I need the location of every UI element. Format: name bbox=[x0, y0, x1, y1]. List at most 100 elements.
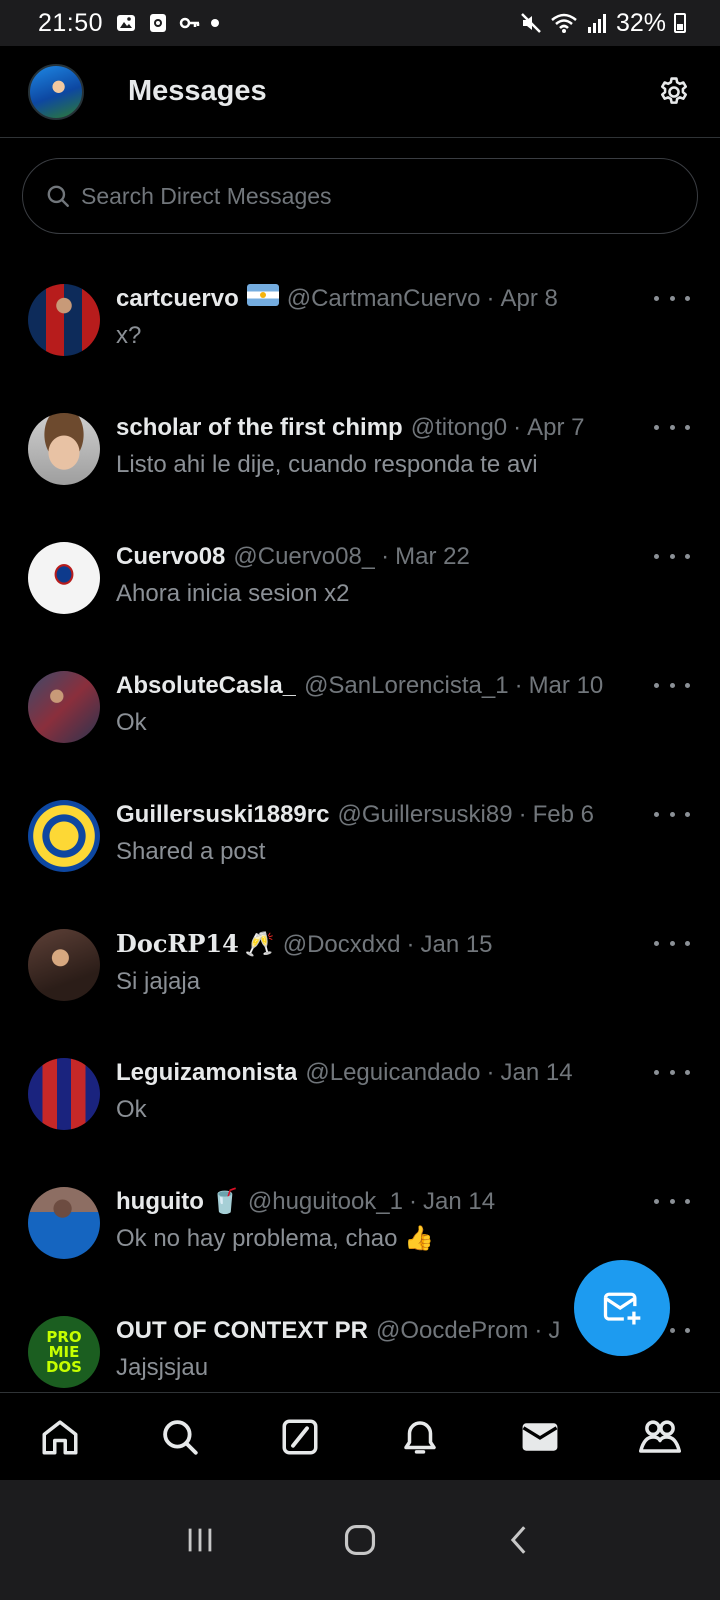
avatar[interactable] bbox=[28, 929, 100, 1001]
conversation-item[interactable]: cartcuervo @CartmanCuervo · Apr 8 x? bbox=[0, 250, 720, 379]
argentina-flag-icon bbox=[246, 284, 279, 306]
conversation-handle: @SanLorencista_1 bbox=[304, 672, 509, 699]
separator-dot: · bbox=[514, 672, 523, 699]
separator-dot: · bbox=[518, 801, 527, 828]
gear-icon bbox=[660, 76, 688, 104]
conversation-date: Mar 22 bbox=[395, 543, 470, 570]
more-options-icon[interactable] bbox=[654, 417, 690, 437]
avatar[interactable] bbox=[28, 671, 100, 743]
conversation-item[interactable]: scholar of the first chimp @titong0 · Ap… bbox=[0, 379, 720, 508]
more-options-icon[interactable] bbox=[654, 1191, 690, 1211]
notifications-bell-icon bbox=[404, 1420, 436, 1454]
more-options-icon[interactable] bbox=[654, 804, 690, 824]
conversation-date: Jan 15 bbox=[420, 931, 493, 958]
message-preview: Si jajaja bbox=[116, 968, 201, 995]
battery-icon bbox=[674, 13, 686, 33]
separator-dot: · bbox=[381, 543, 390, 570]
separator-dot: · bbox=[534, 1317, 543, 1344]
message-preview: Listo ahi le dije, cuando responda te av… bbox=[116, 451, 538, 478]
conversation-list: cartcuervo @CartmanCuervo · Apr 8 x? sch… bbox=[0, 250, 720, 1411]
avatar[interactable] bbox=[28, 1187, 100, 1259]
conversation-handle: @CartmanCuervo bbox=[286, 285, 481, 312]
separator-dot: · bbox=[486, 285, 495, 312]
avatar[interactable] bbox=[28, 1058, 100, 1130]
message-preview: Ahora inicia sesion x2 bbox=[116, 580, 350, 607]
search-input[interactable] bbox=[81, 182, 641, 210]
conversation-handle: @Cuervo08_ bbox=[233, 543, 376, 570]
back-button[interactable] bbox=[490, 1510, 550, 1570]
drink-emoji: 🥤 bbox=[209, 1188, 240, 1215]
gallery-notification-icon bbox=[115, 12, 137, 34]
page-title: Messages bbox=[128, 75, 267, 107]
profile-avatar[interactable] bbox=[28, 63, 84, 120]
conversation-item[interactable]: Leguizamonista @Leguicandado · Jan 14 Ok bbox=[0, 1024, 720, 1153]
search-bar[interactable] bbox=[22, 158, 698, 234]
conversation-name: Guillersuski1889rc bbox=[116, 801, 330, 828]
conversation-handle: @OocdeProm bbox=[376, 1317, 529, 1344]
wifi-icon bbox=[550, 12, 578, 34]
more-options-icon[interactable] bbox=[654, 546, 690, 566]
system-nav-bar bbox=[0, 1480, 720, 1600]
conversation-name: scholar of the first chimp bbox=[116, 414, 403, 441]
nav-grok[interactable] bbox=[270, 1407, 330, 1467]
avatar[interactable] bbox=[28, 800, 100, 872]
header: Messages bbox=[0, 46, 720, 138]
search-icon bbox=[163, 1419, 198, 1455]
more-options-icon[interactable] bbox=[654, 675, 690, 695]
conversation-name: huguito bbox=[116, 1188, 204, 1215]
conversation-name: DocRP14 bbox=[116, 929, 239, 958]
new-message-button[interactable] bbox=[574, 1260, 670, 1356]
avatar[interactable] bbox=[28, 413, 100, 485]
avatar[interactable]: PRO MIE DOS bbox=[28, 1316, 100, 1388]
cheers-emoji: 🥂 bbox=[244, 931, 275, 958]
conversation-item[interactable]: Guillersuski1889rc @Guillersuski89 · Feb… bbox=[0, 766, 720, 895]
bottom-nav bbox=[0, 1392, 720, 1480]
back-arrow-icon bbox=[510, 1526, 526, 1554]
status-time: 21:50 bbox=[38, 8, 104, 37]
separator-dot: · bbox=[409, 1188, 418, 1215]
conversation-date: Jan 14 bbox=[423, 1188, 496, 1215]
promiedos-logo: PRO MIE DOS bbox=[45, 1327, 82, 1376]
conversation-name: AbsoluteCasla_ bbox=[116, 672, 297, 699]
avatar[interactable] bbox=[28, 542, 100, 614]
recent-apps-button[interactable] bbox=[170, 1510, 230, 1570]
avatar[interactable] bbox=[28, 284, 100, 356]
message-preview: Jajsjsjau bbox=[116, 1354, 209, 1381]
message-preview: Shared a post bbox=[116, 838, 266, 865]
separator-dot: · bbox=[486, 1059, 495, 1086]
messages-envelope-icon bbox=[522, 1422, 558, 1451]
grok-icon bbox=[282, 1419, 318, 1454]
message-preview: Ok no hay problema, chao 👍 bbox=[116, 1225, 435, 1252]
conversation-name: Leguizamonista bbox=[116, 1059, 298, 1086]
conversation-date: Apr 8 bbox=[500, 285, 558, 312]
notification-dot bbox=[211, 19, 220, 27]
nav-home[interactable] bbox=[30, 1407, 90, 1467]
signal-icon bbox=[586, 12, 608, 34]
nav-search[interactable] bbox=[150, 1407, 210, 1467]
home-button[interactable] bbox=[330, 1510, 390, 1570]
conversation-item[interactable]: AbsoluteCasla_ @SanLorencista_1 · Mar 10… bbox=[0, 637, 720, 766]
nav-notifications[interactable] bbox=[390, 1407, 450, 1467]
conversation-date: Feb 6 bbox=[532, 801, 594, 828]
conversation-item[interactable]: DocRP14 🥂 @Docxdxd · Jan 15 Si jajaja bbox=[0, 895, 720, 1024]
message-preview: Ok bbox=[116, 709, 147, 736]
home-icon bbox=[42, 1419, 78, 1454]
conversation-handle: @huguitook_1 bbox=[247, 1188, 404, 1215]
message-preview: Ok bbox=[116, 1096, 147, 1123]
nav-messages[interactable] bbox=[510, 1407, 570, 1467]
battery-percent: 32% bbox=[615, 8, 666, 37]
home-circle-icon bbox=[344, 1524, 376, 1556]
settings-button[interactable] bbox=[654, 72, 694, 112]
conversation-date: Jan 14 bbox=[500, 1059, 573, 1086]
conversation-name: OUT OF CONTEXT PR bbox=[116, 1317, 368, 1344]
recent-apps-icon bbox=[188, 1528, 212, 1552]
key-icon bbox=[179, 12, 201, 34]
conversation-item[interactable]: Cuervo08 @Cuervo08_ · Mar 22 Ahora inici… bbox=[0, 508, 720, 637]
conversation-handle: @Docxdxd bbox=[282, 931, 401, 958]
conversation-handle: @Leguicandado bbox=[305, 1059, 481, 1086]
more-options-icon[interactable] bbox=[654, 1062, 690, 1082]
more-options-icon[interactable] bbox=[654, 288, 690, 308]
more-options-icon[interactable] bbox=[654, 933, 690, 953]
nav-communities[interactable] bbox=[630, 1407, 690, 1467]
conversation-handle: @titong0 bbox=[410, 414, 508, 441]
